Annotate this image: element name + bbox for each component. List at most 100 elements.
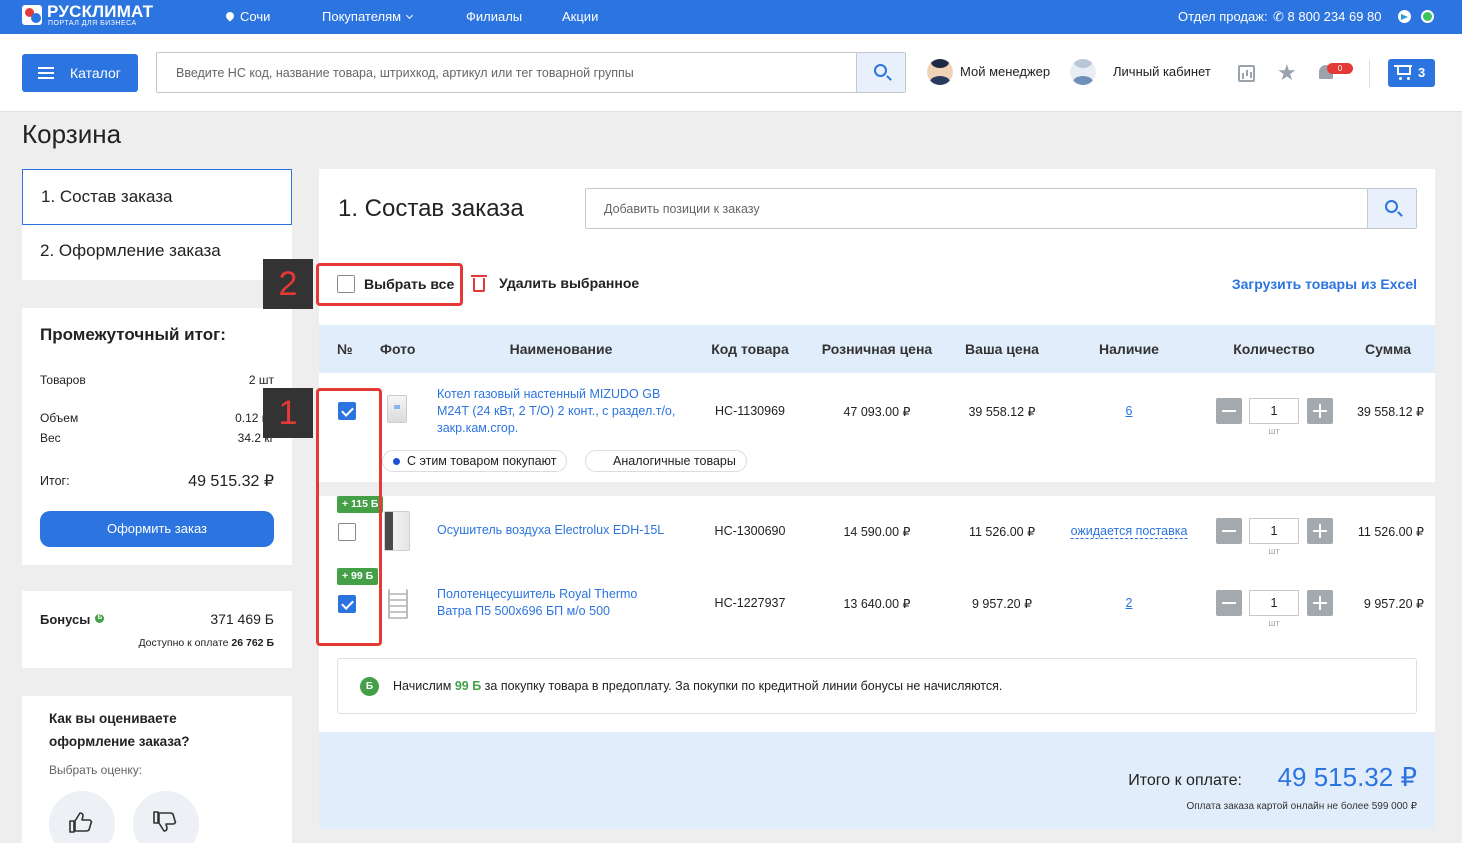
subtotal-total-row: Итог: 49 515.32 ₽ (40, 473, 274, 490)
city-selector[interactable]: Сочи (224, 9, 271, 24)
retail-price: 14 590.00 ₽ (843, 525, 911, 539)
dot-icon (393, 458, 400, 465)
notifications-badge: 0 (1327, 63, 1353, 74)
my-manager-link[interactable]: Мой менеджер (960, 64, 1050, 79)
bonuses-available-label: Доступно к оплате (138, 637, 229, 649)
total-to-pay-label: Итого к оплате: (1128, 772, 1242, 789)
stats-icon[interactable] (1238, 65, 1255, 82)
col-sum: Сумма (1364, 341, 1412, 357)
nav-buyers-label: Покупателям (322, 9, 402, 24)
add-items-search-button[interactable] (1367, 189, 1416, 228)
search-input[interactable] (157, 53, 857, 92)
phone-icon: ✆ (1273, 9, 1288, 24)
location-pin-icon (224, 10, 236, 22)
logo[interactable]: РУСКЛИМАТ ПОРТАЛ ДЛЯ БИЗНЕСА (22, 2, 172, 31)
goods-row: Товаров 2 шт (40, 373, 274, 387)
col-your-price: Ваша цена (965, 341, 1039, 357)
similar-products-button[interactable]: Аналогичные товары (585, 450, 747, 472)
increase-quantity-button[interactable] (1307, 590, 1333, 616)
chevron-down-icon (406, 11, 414, 20)
also-bought-label: С этим товаром покупают (407, 454, 557, 468)
col-availability: Наличие (1099, 341, 1159, 357)
bonus-notice-text: Начислим 99 Б за покупку товара в предоп… (393, 679, 1002, 693)
product-photo[interactable] (388, 589, 408, 619)
bonus-coin-icon: Б (95, 614, 105, 623)
product-photo[interactable] (387, 395, 407, 423)
thumbs-down-button[interactable] (133, 791, 199, 843)
telegram-icon[interactable] (1398, 10, 1411, 23)
order-composition-panel: 1. Состав заказа Выбрать все Удалить выб… (319, 169, 1435, 829)
thumbs-up-button[interactable] (49, 791, 115, 843)
row-divider (319, 482, 1435, 496)
availability: 2 (1126, 596, 1133, 610)
quantity-stepper: 1 шт (1216, 518, 1333, 556)
place-order-button[interactable]: Оформить заказ (40, 511, 274, 547)
sales-phone[interactable]: ✆ 8 800 234 69 80 (1273, 9, 1382, 25)
order-steps: 1. Состав заказа 2. Оформление заказа (22, 169, 292, 280)
catalog-button[interactable]: Каталог (22, 54, 138, 92)
product-name-link[interactable]: Полотенцесушитель Royal Thermo Ватра П5 … (437, 586, 667, 620)
subtotal-total-value: 49 515.32 ₽ (188, 473, 274, 490)
nav-promotions[interactable]: Акции (562, 9, 598, 24)
favorites-star-icon[interactable]: ★ (1277, 60, 1297, 86)
account-link[interactable]: Личный кабинет (1113, 64, 1211, 79)
manager-avatar[interactable] (927, 59, 953, 85)
header-divider (1369, 60, 1370, 88)
bonuses-balance: 371 469 Б (210, 611, 274, 627)
search-icon (874, 64, 887, 77)
quantity-input[interactable]: 1 (1249, 590, 1299, 616)
bonuses-label: Бонусы (40, 612, 91, 627)
cart-count: 3 (1418, 65, 1426, 80)
phone-number: 8 800 234 69 80 (1287, 9, 1382, 24)
quantity-unit: шт (1268, 546, 1280, 556)
increase-quantity-button[interactable] (1307, 398, 1333, 424)
notice-amount: 99 Б (454, 679, 482, 693)
product-name-link[interactable]: Осушитель воздуха Electrolux EDH-15L (437, 522, 697, 539)
search-button[interactable] (856, 53, 905, 92)
bonuses-available: Доступно к оплате 26 762 Б (138, 637, 274, 649)
quantity-stepper: 1 шт (1216, 590, 1333, 628)
logo-mark-icon (22, 5, 42, 25)
whatsapp-icon[interactable] (1421, 10, 1434, 23)
row-sum: 9 957.20 ₽ (1363, 597, 1424, 611)
bonuses-title: Бонусы Б (40, 612, 105, 628)
search-icon (1385, 200, 1398, 213)
decrease-quantity-button[interactable] (1216, 398, 1242, 424)
upload-excel-link[interactable]: Загрузить товары из Excel (1232, 276, 1417, 292)
increase-quantity-button[interactable] (1307, 518, 1333, 544)
composition-title: 1. Состав заказа (338, 195, 524, 222)
retail-price: 47 093.00 ₽ (843, 405, 911, 419)
also-bought-button[interactable]: С этим товаром покупают (382, 450, 568, 472)
decrease-quantity-button[interactable] (1216, 518, 1242, 544)
add-items-input[interactable] (586, 189, 1366, 228)
availability-link[interactable]: 6 (1126, 404, 1133, 418)
delete-selected-button[interactable]: Удалить выбранное (471, 275, 639, 292)
nav-branches[interactable]: Филиалы (466, 9, 522, 24)
city-label: Сочи (240, 9, 271, 24)
product-name-link[interactable]: Котел газовый настенный MIZUDO GB М24Т (… (437, 386, 682, 437)
availability-link[interactable]: 2 (1126, 596, 1133, 610)
nav-buyers[interactable]: Покупателям (322, 9, 414, 24)
quantity-input[interactable]: 1 (1249, 518, 1299, 544)
product-code: НС-1130969 (715, 404, 785, 418)
subtotal-total-label: Итог: (40, 474, 70, 488)
decrease-quantity-button[interactable] (1216, 590, 1242, 616)
col-photo: Фото (380, 341, 416, 357)
awaiting-delivery-link[interactable]: ожидается поставка (1070, 524, 1188, 539)
account-avatar[interactable] (1070, 59, 1096, 85)
step-composition[interactable]: 1. Состав заказа (22, 169, 292, 225)
rating-subtitle: Выбрать оценку: (49, 763, 143, 777)
annotation-box-checkboxes (316, 388, 382, 646)
col-name: Наименование (509, 341, 613, 357)
quantity-unit: шт (1268, 618, 1280, 628)
bonuses-card: Бонусы Б 371 469 Б Доступно к оплате 26 7… (22, 591, 292, 668)
annotation-box-select-all (316, 263, 463, 306)
product-photo[interactable] (384, 511, 410, 551)
cart-button[interactable]: 3 (1388, 59, 1435, 87)
rating-card: Как вы оцениваете оформление заказа? Выб… (22, 696, 292, 843)
bonus-coin-icon: Б (360, 677, 379, 696)
quantity-input[interactable]: 1 (1249, 398, 1299, 424)
annotation-number-1: 1 (263, 388, 313, 438)
col-number: № (337, 341, 353, 357)
step-checkout[interactable]: 2. Оформление заказа (22, 224, 292, 280)
